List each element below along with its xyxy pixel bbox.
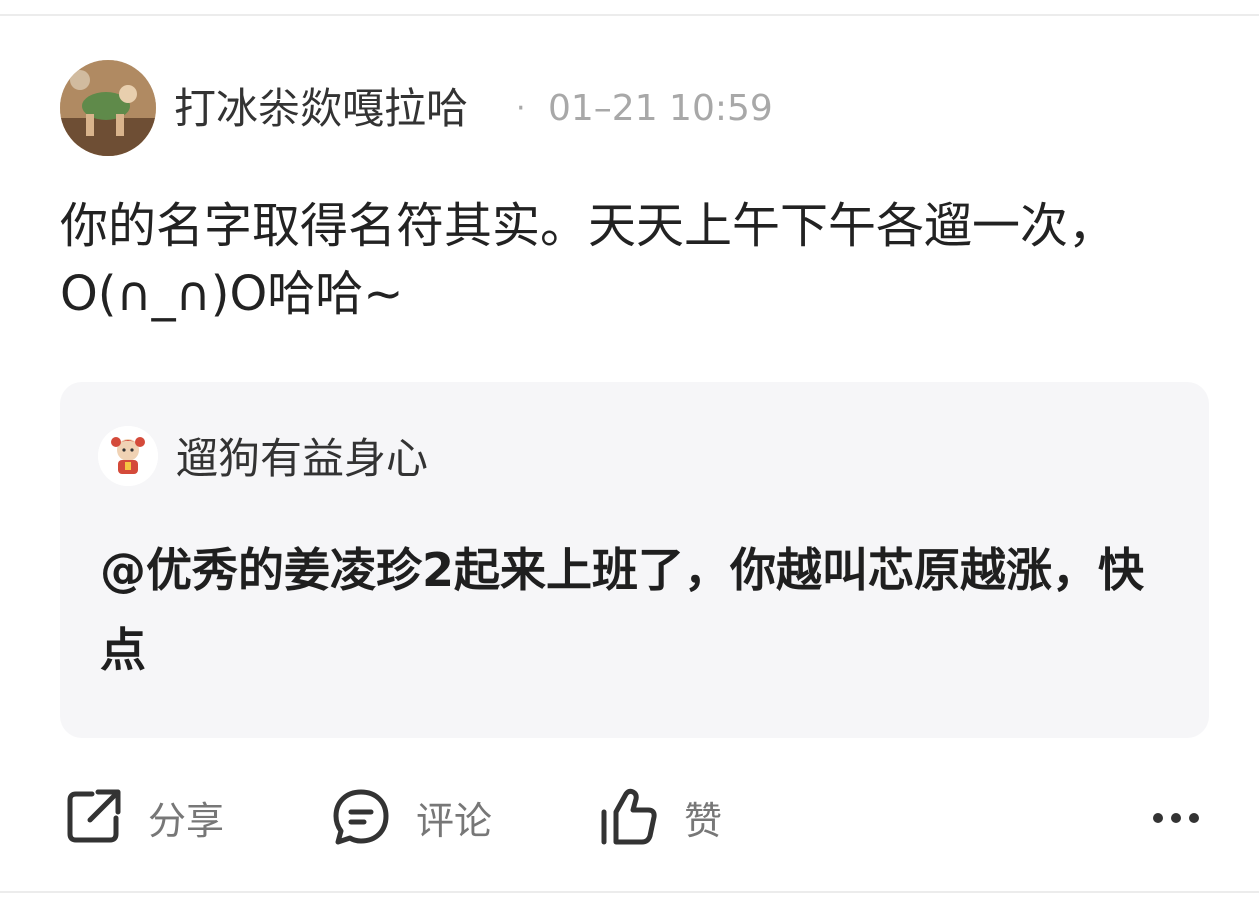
top-divider <box>0 14 1259 16</box>
thumbs-up-icon <box>601 788 657 845</box>
more-icon-dot <box>1189 813 1199 823</box>
author-avatar[interactable] <box>60 60 156 156</box>
share-icon <box>67 789 121 843</box>
meta-separator: · <box>516 91 526 126</box>
share-label: 分享 <box>148 798 225 843</box>
quoted-author-name[interactable]: 遛狗有益身心 <box>176 434 428 484</box>
post-page: 打冰尜欻嘎拉哈 · 01–21 10:59 你的名字取得名符其实。天天上午下午各… <box>0 0 1259 911</box>
more-icon-dot <box>1171 813 1181 823</box>
quoted-post-card[interactable]: 遛狗有益身心 @优秀的姜凌珍2起来上班了，你越叫芯原越涨，快点 <box>60 382 1209 738</box>
share-button[interactable]: 分享 <box>62 785 224 849</box>
user-avatar-photo <box>60 60 156 156</box>
quoted-author-avatar[interactable] <box>98 426 158 486</box>
post-body-text: 你的名字取得名符其实。天天上午下午各遛一次，O(∩_∩)O哈哈~ <box>60 198 1117 322</box>
comment-icon <box>333 789 389 845</box>
cartoon-avatar-icon <box>98 426 158 486</box>
like-button[interactable]: 赞 <box>598 785 722 849</box>
comment-button[interactable]: 评论 <box>330 785 492 849</box>
like-label: 赞 <box>684 798 723 843</box>
post-timestamp: 01–21 10:59 <box>548 88 773 129</box>
more-icon <box>1153 813 1163 823</box>
more-options-button[interactable] <box>1146 796 1206 840</box>
bottom-divider <box>0 891 1259 893</box>
quoted-post-text: @优秀的姜凌珍2起来上班了，你越叫芯原越涨，快点 <box>100 543 1145 677</box>
author-name[interactable]: 打冰尜欻嘎拉哈 <box>174 84 468 134</box>
comment-label: 评论 <box>416 798 493 843</box>
